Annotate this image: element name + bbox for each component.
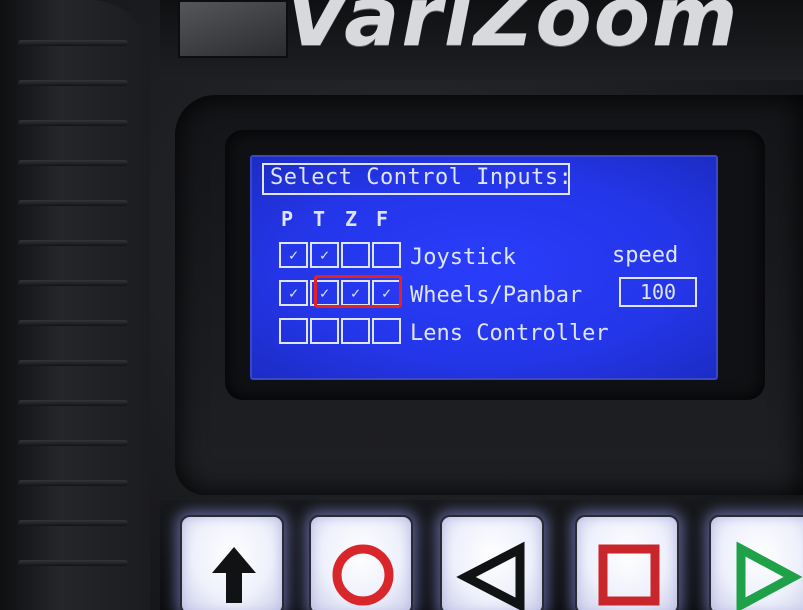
check-icon: ✓ (288, 246, 299, 264)
checkbox-lens-t[interactable] (310, 318, 339, 344)
checkbox-joystick-f[interactable] (372, 242, 401, 268)
camera-controller-device: VariZoom Select Control Inputs: P T Z F … (0, 0, 803, 610)
checkbox-joystick-p[interactable]: ✓ (279, 242, 308, 268)
grip-ridge (18, 400, 128, 406)
checkbox-lens-z[interactable] (341, 318, 370, 344)
top-window (178, 0, 288, 58)
column-header-z: Z (345, 207, 358, 231)
left-triangle-icon (456, 541, 525, 610)
column-header-p: P (281, 207, 294, 231)
speed-label: speed (612, 243, 679, 268)
checkbox-wheels-p[interactable]: ✓ (279, 280, 308, 306)
checkbox-lens-f[interactable] (372, 318, 401, 344)
circle-icon (332, 544, 394, 606)
grip-ridge (18, 200, 128, 206)
up-arrow-icon (212, 547, 256, 603)
lcd-title: Select Control Inputs: (270, 165, 573, 190)
row-label-lens-controller: Lens Controller (410, 321, 609, 346)
grip-ridge (18, 160, 128, 166)
play-icon (736, 541, 803, 610)
speed-value-field[interactable]: 100 (619, 277, 697, 307)
checkbox-joystick-t[interactable]: ✓ (310, 242, 339, 268)
column-header-t: T (313, 207, 326, 231)
grip-ridge (18, 360, 128, 366)
grip-ridge (18, 40, 128, 46)
left-triangle-button[interactable] (440, 515, 544, 610)
grip-ridge (18, 440, 128, 446)
grip-ridge (18, 320, 128, 326)
play-button[interactable] (709, 515, 803, 610)
grip-ridge (18, 240, 128, 246)
grip-ridge (18, 520, 128, 526)
checkbox-lens-p[interactable] (279, 318, 308, 344)
grip-ridge (18, 560, 128, 566)
row-label-joystick: Joystick (410, 245, 516, 270)
square-button[interactable] (575, 515, 679, 610)
column-header-f: F (376, 207, 389, 231)
grip-ridge (18, 120, 128, 126)
grip-ridge (18, 80, 128, 86)
title-underline (262, 193, 570, 195)
check-icon: ✓ (288, 284, 299, 302)
up-arrow-button[interactable] (180, 515, 284, 610)
row-label-wheels-panbar: Wheels/Panbar (410, 283, 583, 308)
hand-grip (0, 0, 150, 610)
circle-button[interactable] (309, 515, 413, 610)
grip-ridge (18, 280, 128, 286)
square-icon (598, 544, 660, 606)
grip-ridge (18, 480, 128, 486)
brand-logo: VariZoom (285, 0, 740, 65)
lcd-screen: Select Control Inputs: P T Z F ✓ ✓ Joyst… (250, 155, 718, 380)
checkbox-joystick-z[interactable] (341, 242, 370, 268)
check-icon: ✓ (319, 246, 330, 264)
annotation-highlight-box (314, 275, 402, 308)
